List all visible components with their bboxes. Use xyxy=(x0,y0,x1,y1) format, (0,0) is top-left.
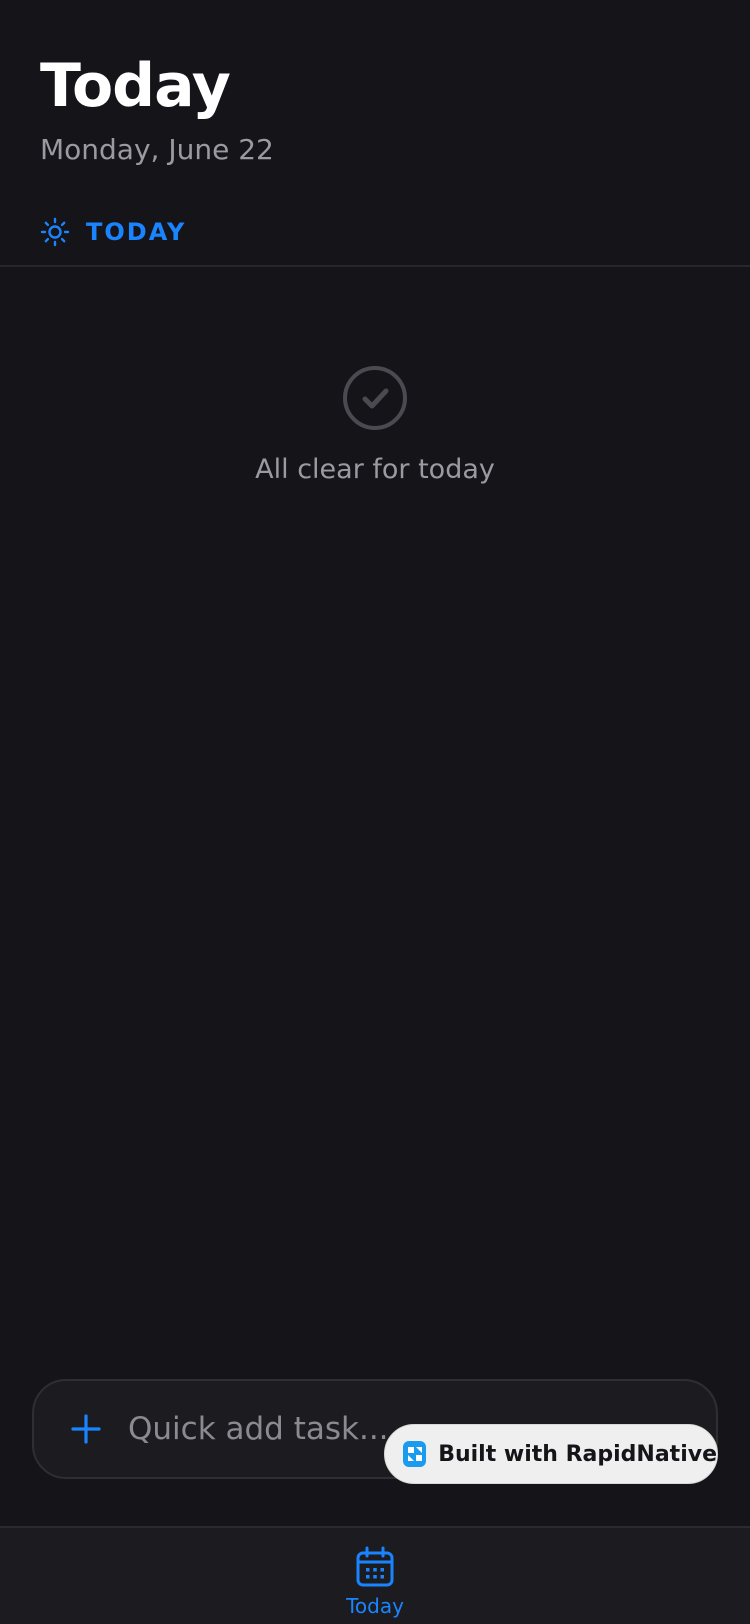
plus-icon[interactable] xyxy=(70,1413,102,1445)
tab-today-label: Today xyxy=(346,1594,404,1618)
page-date: Monday, June 22 xyxy=(40,133,274,166)
section-header-today: TODAY xyxy=(40,212,186,252)
section-label: TODAY xyxy=(86,218,187,246)
today-screen: Today Monday, June 22 TODAY All clear fo… xyxy=(0,0,750,1624)
empty-state-message: All clear for today xyxy=(255,454,495,485)
check-circle-icon xyxy=(341,364,409,432)
tab-today[interactable]: Today xyxy=(325,1528,425,1624)
bottom-tab-bar: Today xyxy=(0,1526,750,1624)
built-with-badge[interactable]: Built with RapidNative xyxy=(384,1424,718,1484)
page-title: Today xyxy=(40,51,231,121)
rapidnative-logo-icon xyxy=(403,1441,427,1467)
calendar-icon xyxy=(355,1546,395,1588)
empty-state: All clear for today xyxy=(0,364,750,488)
sun-icon xyxy=(40,217,70,247)
page-header: Today Monday, June 22 xyxy=(40,50,274,168)
badge-text: Built with RapidNative xyxy=(438,1441,717,1467)
section-divider xyxy=(0,265,750,267)
